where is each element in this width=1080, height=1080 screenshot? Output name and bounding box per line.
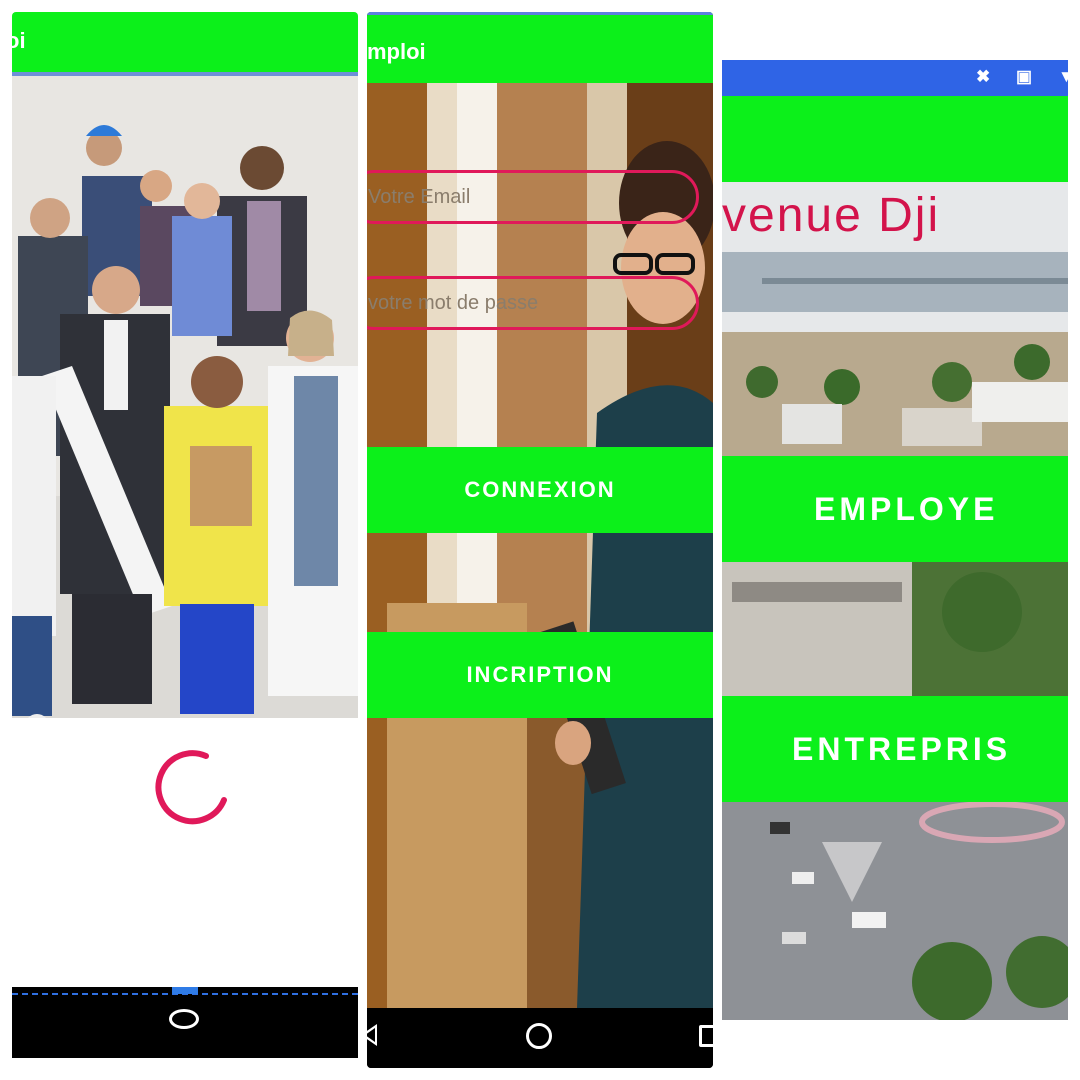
- home-icon[interactable]: [169, 1009, 199, 1029]
- app-bar: [722, 96, 1068, 182]
- password-field[interactable]: [367, 276, 699, 330]
- recents-icon[interactable]: [699, 1025, 713, 1047]
- connexion-button[interactable]: CONNEXION: [367, 447, 713, 533]
- inscription-button[interactable]: INCRIPTION: [367, 632, 713, 718]
- email-field[interactable]: [367, 170, 699, 224]
- city-aerial-background-photo: [722, 182, 1068, 1020]
- system-nav-bar: [12, 987, 358, 1058]
- progress-indicator: [172, 987, 198, 994]
- entreprise-button[interactable]: ENTREPRIS: [722, 696, 1068, 802]
- role-selection-screen: ✖ ▣ ▼ venue Dji EMPLOYE ENTREPRIS: [722, 60, 1068, 1020]
- cast-icon: ✖: [976, 67, 991, 86]
- app-bar: mploi: [367, 12, 713, 83]
- workers-group-photo: [12, 76, 358, 718]
- splash-screen: oi: [12, 12, 358, 1058]
- password-input[interactable]: [368, 285, 668, 321]
- employe-button[interactable]: EMPLOYE: [722, 456, 1068, 562]
- signal-icon: ▼: [1058, 67, 1068, 86]
- app-title: mploi: [367, 39, 426, 64]
- image-icon: ▣: [1016, 67, 1033, 86]
- app-bar: oi: [12, 12, 358, 76]
- email-input[interactable]: [368, 179, 668, 215]
- system-nav-bar: [367, 1008, 713, 1068]
- app-title: oi: [12, 28, 26, 53]
- home-icon[interactable]: [526, 1023, 552, 1049]
- spinner-icon: [155, 750, 227, 825]
- welcome-headline: venue Dji: [722, 189, 941, 242]
- status-bar: ✖ ▣ ▼: [722, 60, 1068, 96]
- login-screen: mploi CONNEXION INCRIPTION: [367, 12, 713, 1068]
- back-icon[interactable]: [367, 1024, 377, 1046]
